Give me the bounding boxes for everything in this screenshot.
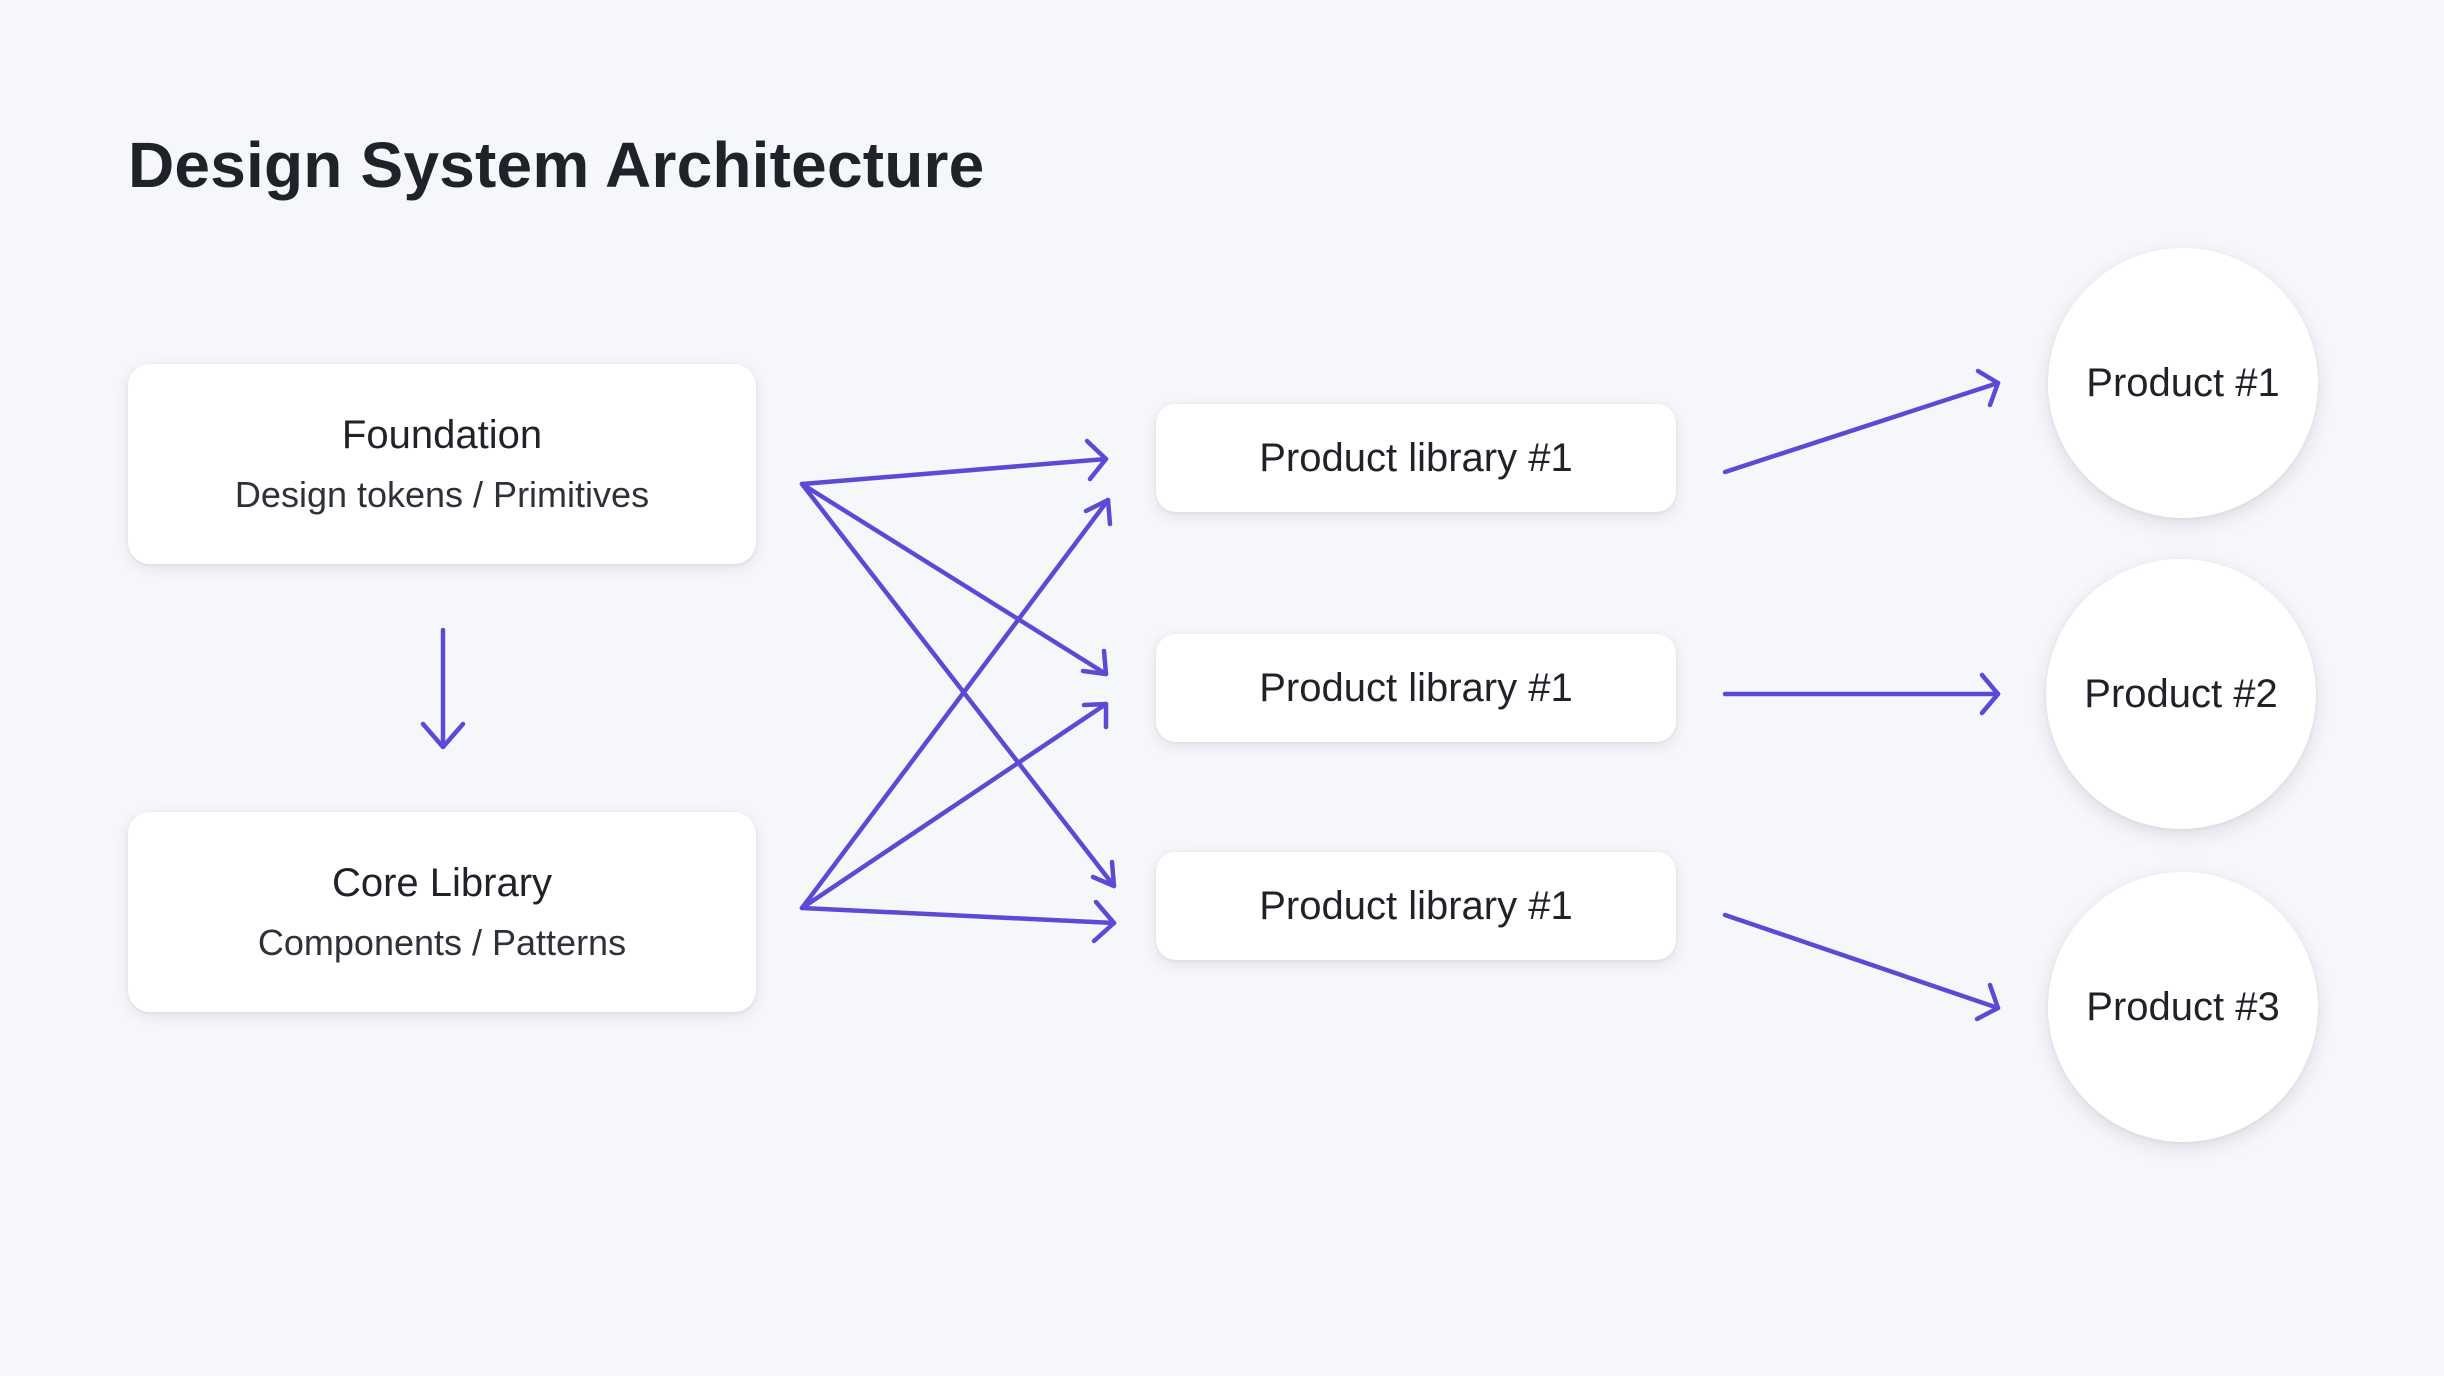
core-library-subtitle: Components / Patterns: [257, 922, 627, 964]
product-node-3: Product #3: [2048, 872, 2318, 1142]
foundation-title: Foundation: [341, 413, 543, 458]
foundation-node: Foundation Design tokens / Primitives: [128, 364, 756, 564]
arrow-foundation-to-lib-3: [799, 481, 1117, 889]
core-library-title: Core Library: [331, 861, 553, 906]
arrow-core-to-lib-1: [799, 497, 1113, 911]
product-library-node-3: Product library #1: [1156, 852, 1676, 960]
core-library-node: Core Library Components / Patterns: [128, 812, 756, 1012]
arrow-foundation-to-core: [420, 627, 466, 750]
arrow-lib-2-to-product-2: [1722, 672, 2001, 716]
arrow-foundation-to-lib-1: [799, 438, 1109, 487]
product-node-1: Product #1: [2048, 248, 2318, 518]
arrow-lib-1-to-product-1: [1722, 368, 2001, 475]
product-node-2: Product #2: [2046, 559, 2316, 829]
foundation-subtitle: Design tokens / Primitives: [234, 474, 650, 516]
arrow-core-to-lib-3: [799, 899, 1117, 944]
product-library-node-1: Product library #1: [1156, 404, 1676, 512]
arrow-lib-3-to-product-3: [1722, 912, 2001, 1022]
page-title: Design System Architecture: [128, 129, 985, 201]
arrow-core-to-lib-2: [799, 701, 1109, 911]
product-library-node-2: Product library #1: [1156, 634, 1676, 742]
arrow-foundation-to-lib-2: [799, 481, 1109, 677]
